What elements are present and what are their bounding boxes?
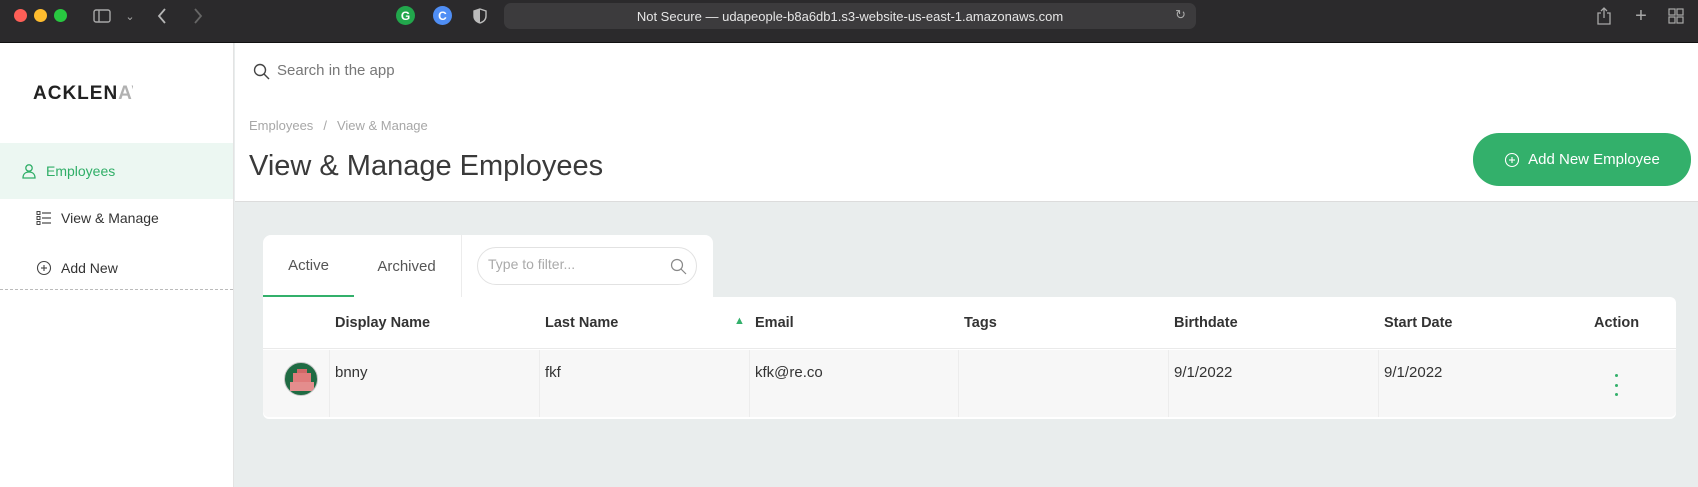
filter-box[interactable] bbox=[477, 247, 697, 285]
browser-toolbar: ⌄ G C Not Secure — udapeople-b8a6db1.s3-… bbox=[0, 0, 1698, 43]
sidebar-item-employees[interactable]: Employees bbox=[0, 143, 233, 199]
tab-active[interactable]: Active bbox=[263, 235, 354, 297]
tab-archived[interactable]: Archived bbox=[354, 235, 459, 297]
page-title: View & Manage Employees bbox=[249, 150, 604, 182]
reload-icon[interactable]: ↻ bbox=[1175, 7, 1186, 23]
close-window-button[interactable] bbox=[14, 9, 27, 22]
user-icon bbox=[20, 162, 38, 180]
search-icon bbox=[253, 63, 270, 85]
table-header: Display Name Last Name ▲ Email Tags Birt… bbox=[263, 297, 1676, 349]
column-header-email[interactable]: Email bbox=[755, 315, 794, 331]
cell-divider bbox=[539, 350, 540, 417]
list-icon bbox=[35, 209, 53, 227]
grammarly-extension-icon[interactable]: G bbox=[396, 6, 415, 25]
new-tab-icon[interactable]: + bbox=[1629, 4, 1653, 28]
add-new-employee-button[interactable]: Add New Employee bbox=[1473, 133, 1691, 186]
shield-icon[interactable] bbox=[468, 4, 492, 28]
address-bar[interactable]: Not Secure — udapeople-b8a6db1.s3-websit… bbox=[504, 3, 1196, 29]
page-header: Employees / View & Manage View & Manage Em… bbox=[235, 103, 1698, 202]
column-header-tags[interactable]: Tags bbox=[964, 315, 997, 331]
table-row[interactable]: bnny fkf kfk@re.co 9/1/2022 9/1/2022 bbox=[263, 350, 1676, 417]
cell-divider bbox=[1168, 350, 1169, 417]
back-icon[interactable] bbox=[150, 4, 174, 28]
tab-divider bbox=[461, 235, 462, 297]
column-header-action: Action bbox=[1594, 315, 1640, 331]
breadcrumb-separator: / bbox=[323, 118, 327, 133]
c-extension-icon[interactable]: C bbox=[433, 6, 452, 25]
cell-divider bbox=[329, 350, 330, 417]
cell-last-name: fkf bbox=[545, 364, 561, 381]
url-text: Not Secure — udapeople-b8a6db1.s3-websit… bbox=[636, 8, 1064, 24]
logo: ACKLENAV bbox=[33, 83, 133, 104]
avatar bbox=[284, 362, 318, 396]
forward-icon[interactable] bbox=[186, 4, 210, 28]
sort-ascending-icon[interactable]: ▲ bbox=[734, 315, 745, 327]
sidebar-item-view-manage[interactable]: View & Manage bbox=[0, 196, 233, 240]
column-header-start-date[interactable]: Start Date bbox=[1384, 315, 1453, 331]
employees-table: Display Name Last Name ▲ Email Tags Birt… bbox=[263, 297, 1676, 419]
tab-overview-icon[interactable] bbox=[1664, 4, 1688, 28]
column-header-last-name[interactable]: Last Name bbox=[545, 315, 618, 331]
cell-divider bbox=[958, 350, 959, 417]
breadcrumb-item-view-manage[interactable]: View & Manage bbox=[337, 118, 428, 133]
sidebar-item-label: View & Manage bbox=[61, 210, 159, 226]
sidebar-item-label: Employees bbox=[46, 163, 116, 179]
sidebar: ACKLENAV Employees View & Manage Add New bbox=[0, 43, 234, 487]
cell-start-date: 9/1/2022 bbox=[1384, 364, 1443, 381]
chevron-down-icon[interactable]: ⌄ bbox=[118, 4, 142, 28]
cell-email: kfk@re.co bbox=[755, 364, 823, 381]
minimize-window-button[interactable] bbox=[34, 9, 47, 22]
column-header-display-name[interactable]: Display Name bbox=[335, 315, 430, 331]
breadcrumb: Employees / View & Manage bbox=[249, 118, 428, 133]
sidebar-toggle-icon[interactable] bbox=[90, 4, 114, 28]
sidebar-item-label: Add New bbox=[61, 259, 118, 276]
column-header-birthdate[interactable]: Birthdate bbox=[1174, 315, 1238, 331]
cell-display-name: bnny bbox=[335, 364, 368, 381]
more-actions-icon[interactable] bbox=[1608, 374, 1624, 396]
filter-input[interactable] bbox=[488, 256, 663, 272]
plus-circle-icon bbox=[1504, 152, 1520, 168]
tabs-bar: Active Archived bbox=[263, 235, 713, 297]
sidebar-item-add-new[interactable]: Add New bbox=[0, 246, 233, 290]
add-new-employee-label: Add New Employee bbox=[1528, 151, 1660, 168]
plus-circle-icon bbox=[35, 259, 53, 277]
cell-divider bbox=[749, 350, 750, 417]
cell-birthdate: 9/1/2022 bbox=[1174, 364, 1233, 381]
search-icon[interactable] bbox=[670, 258, 687, 280]
cell-divider bbox=[1378, 350, 1379, 417]
share-icon[interactable] bbox=[1592, 4, 1616, 28]
app-search-bar[interactable]: Search in the app bbox=[235, 43, 1698, 103]
maximize-window-button[interactable] bbox=[54, 9, 67, 22]
breadcrumb-item-employees[interactable]: Employees bbox=[249, 118, 313, 133]
search-input[interactable]: Search in the app bbox=[277, 62, 395, 79]
